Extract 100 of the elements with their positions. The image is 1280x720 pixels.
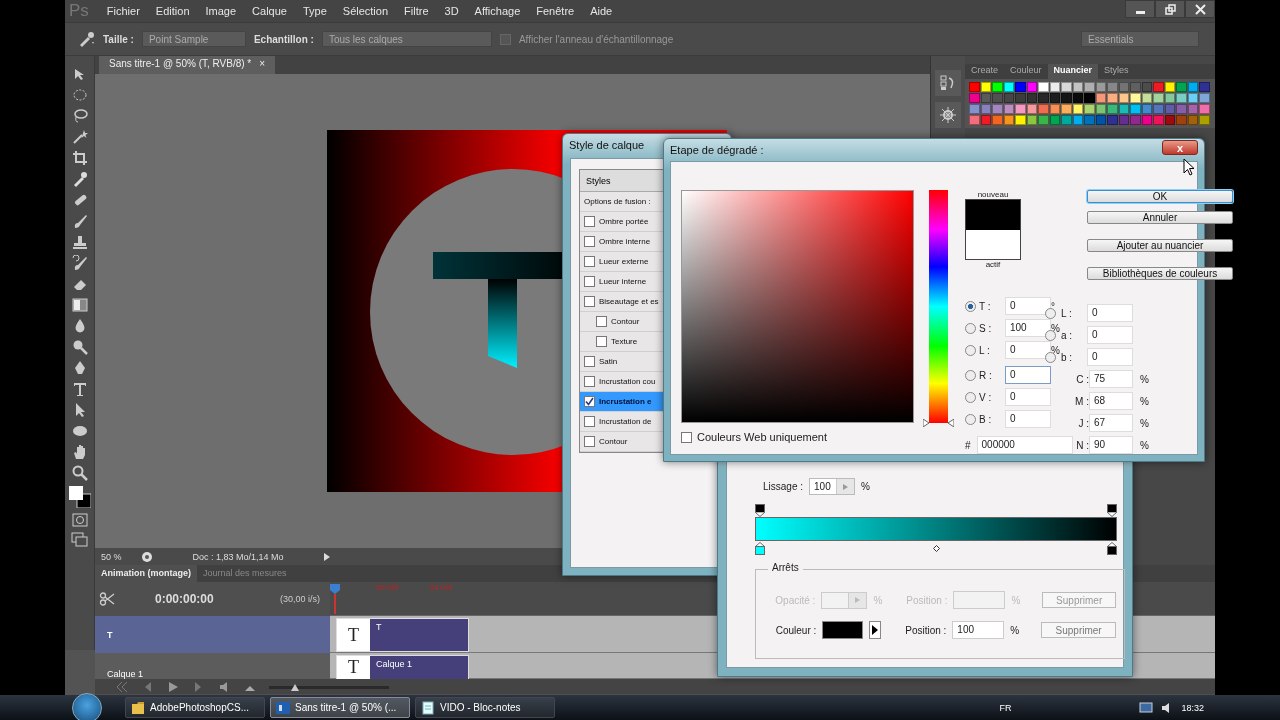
color-swatch[interactable]	[1141, 82, 1152, 92]
color-swatch[interactable]	[1164, 93, 1175, 103]
menu-item[interactable]: Fichier	[98, 5, 148, 17]
value-field[interactable]: 0	[1005, 297, 1051, 315]
color-swatch[interactable]	[980, 104, 991, 114]
color-swatch[interactable]	[1187, 104, 1198, 114]
arrow-icon[interactable]	[872, 625, 879, 635]
taskbar-button[interactable]: VIDO - Bloc-notes	[415, 697, 555, 718]
smoothness-field[interactable]: 100	[809, 478, 856, 495]
color-swatch[interactable]	[1061, 115, 1072, 125]
zoom-icon[interactable]	[71, 465, 88, 481]
value-field[interactable]: 68	[1089, 392, 1133, 410]
radio-button[interactable]	[965, 322, 976, 334]
radio-button[interactable]	[965, 391, 976, 403]
color-swatch[interactable]	[992, 82, 1003, 92]
value-field[interactable]: 0	[1005, 341, 1051, 359]
value-field[interactable]: 0	[1087, 326, 1133, 344]
color-swatch[interactable]	[1095, 115, 1106, 125]
color-swatch[interactable]	[1118, 115, 1129, 125]
clip-bar[interactable]: T Calque 1	[336, 655, 469, 679]
color-swatch[interactable]	[1026, 93, 1037, 103]
menu-item[interactable]: Type	[294, 5, 335, 17]
menu-item[interactable]: Calque	[244, 5, 295, 17]
history-brush-icon[interactable]	[71, 255, 88, 271]
color-swatch[interactable]	[1187, 115, 1198, 125]
color-swatch[interactable]	[1061, 104, 1072, 114]
radio-button[interactable]	[965, 369, 976, 381]
gradient-icon[interactable]	[71, 297, 88, 313]
color-swatch[interactable]	[1153, 115, 1164, 125]
color-swatch[interactable]	[1164, 115, 1175, 125]
history-icon[interactable]	[940, 75, 956, 91]
color-swatch[interactable]	[1026, 115, 1037, 125]
color-swatch[interactable]	[1015, 115, 1026, 125]
radio-button[interactable]	[965, 300, 976, 312]
checkbox[interactable]	[584, 436, 595, 447]
slider-thumb[interactable]	[923, 419, 954, 427]
color-swatch[interactable]	[1049, 115, 1060, 125]
radio-button[interactable]	[965, 344, 976, 356]
color-swatch[interactable]	[1130, 93, 1141, 103]
midpoint-icon[interactable]	[932, 544, 940, 552]
color-swatch[interactable]	[1153, 93, 1164, 103]
stamp-icon[interactable]	[71, 234, 88, 250]
value-field[interactable]: 0	[1005, 388, 1051, 406]
position-field[interactable]: 100	[952, 621, 1005, 639]
menu-item[interactable]: Fenêtre	[528, 5, 583, 17]
type-icon[interactable]	[71, 381, 88, 397]
network-icon[interactable]	[1139, 701, 1154, 714]
color-swatch[interactable]	[1072, 82, 1083, 92]
color-swatch[interactable]	[1130, 115, 1141, 125]
color-swatch[interactable]	[1153, 82, 1164, 92]
info-icon[interactable]	[141, 550, 153, 563]
menu-item[interactable]: Filtre	[396, 5, 437, 17]
slider-thumb[interactable]	[291, 683, 300, 691]
color-swatch[interactable]	[969, 104, 980, 114]
checkbox[interactable]	[584, 276, 595, 287]
color-swatch[interactable]	[1176, 104, 1187, 114]
value-field[interactable]: 75	[1089, 370, 1133, 388]
marquee-icon[interactable]	[71, 87, 88, 103]
checkbox[interactable]	[584, 296, 595, 307]
checkbox[interactable]	[584, 356, 595, 367]
checkbox[interactable]	[596, 316, 607, 327]
color-swatch[interactable]	[1130, 82, 1141, 92]
clip-bar[interactable]: T T	[336, 618, 469, 652]
color-swatch[interactable]	[1084, 104, 1095, 114]
menu-item[interactable]: Affichage	[466, 5, 529, 17]
panel-tab[interactable]: Couleur	[1004, 64, 1048, 79]
restore-icon[interactable]	[1164, 3, 1176, 15]
opacity-stop-icon[interactable]	[1107, 503, 1117, 517]
first-frame-icon[interactable]	[115, 680, 127, 693]
value-field[interactable]: 67	[1089, 414, 1133, 432]
hex-field[interactable]: 000000	[976, 436, 1073, 454]
ellipse-icon[interactable]	[71, 423, 88, 439]
color-swatch[interactable]	[1130, 104, 1141, 114]
color-swatch[interactable]	[1199, 115, 1210, 125]
color-swatch[interactable]	[1003, 104, 1014, 114]
value-field[interactable]: 0	[1087, 304, 1133, 322]
color-swatch[interactable]	[1095, 104, 1106, 114]
panel-tab[interactable]: Animation (montage)	[95, 565, 197, 582]
menu-item[interactable]: 3D	[436, 5, 467, 17]
playhead-icon[interactable]	[330, 584, 340, 614]
color-swatch[interactable]	[1072, 104, 1083, 114]
color-swatch[interactable]	[992, 104, 1003, 114]
dodge-icon[interactable]	[71, 339, 88, 355]
actions-icon[interactable]	[940, 107, 956, 123]
gradient-bar[interactable]	[755, 517, 1117, 541]
language-indicator[interactable]: FR	[999, 702, 1012, 713]
checkbox[interactable]	[499, 33, 511, 45]
color-swatch[interactable]	[1038, 104, 1049, 114]
color-swatch[interactable]	[980, 93, 991, 103]
value-field[interactable]: 90	[1089, 436, 1133, 454]
color-swatch[interactable]	[1095, 82, 1106, 92]
dialog-button[interactable]: OK	[1087, 190, 1233, 203]
color-swatch[interactable]	[1176, 82, 1187, 92]
color-swatch[interactable]	[1107, 115, 1118, 125]
checkbox[interactable]	[596, 336, 607, 347]
color-swatch[interactable]	[1141, 93, 1152, 103]
checkbox[interactable]	[584, 416, 595, 427]
radio-button[interactable]	[965, 413, 976, 425]
color-swatch[interactable]	[1038, 93, 1049, 103]
value-field[interactable]: 0	[1005, 366, 1051, 384]
